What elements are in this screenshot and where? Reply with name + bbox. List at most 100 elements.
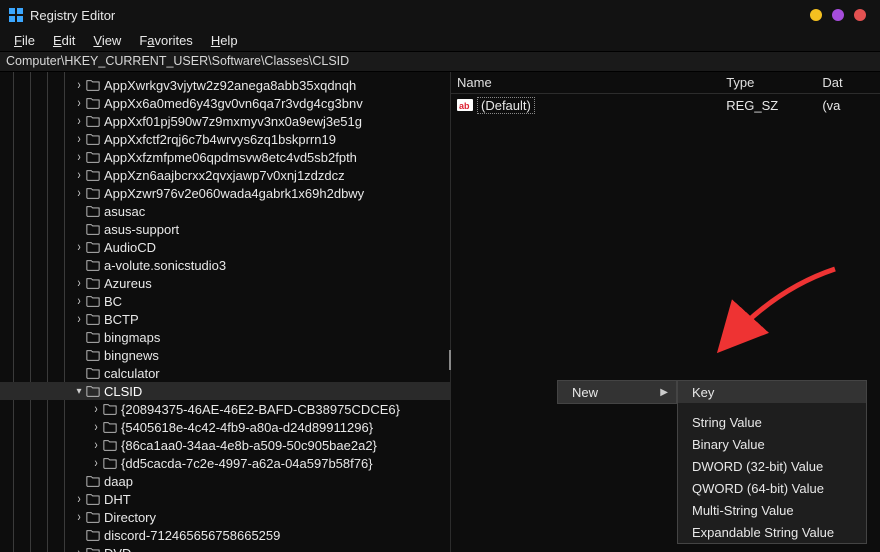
tree-item[interactable]: › Azureus [0,274,450,292]
chevron-right-icon[interactable]: › [89,453,103,473]
menu-favorites[interactable]: Favorites [131,31,200,50]
tree-item[interactable]: › AppXzwr976v2e060wada4gabrk1x69h2dbwy [0,184,450,202]
tree-item[interactable]: › AppXwrkgv3vjytw2z92anega8abb35xqdnqh [0,76,450,94]
context-submenu-item[interactable]: Multi-String Value [678,499,866,521]
value-type: REG_SZ [726,98,822,113]
chevron-right-icon[interactable]: › [72,309,86,329]
tree-item[interactable]: ›AppXxf01pj590w7z9mxmyv3nx0a9ewj3e51g [0,112,450,130]
chevron-right-icon[interactable]: › [72,237,86,257]
chevron-right-icon[interactable]: › [72,273,86,293]
folder-icon [103,438,117,452]
folder-icon [86,546,100,552]
tree-item-label: CLSID [104,384,142,399]
col-name[interactable]: Name [457,75,726,90]
folder-icon [86,258,100,272]
title-bar: Registry Editor [0,0,880,30]
minimize-dot[interactable] [810,9,822,21]
tree-item[interactable]: ›{dd5cacda-7c2e-4997-a62a-04a597b58f76} [0,454,450,472]
context-submenu-item[interactable]: Binary Value [678,433,866,455]
chevron-right-icon[interactable]: › [72,543,86,552]
tree-item[interactable]: ›DHT [0,490,450,508]
tree-item-label: asus-support [104,222,179,237]
tree-item-label: {86ca1aa0-34aa-4e8b-a509-50c905bae2a2} [121,438,377,453]
tree-item[interactable]: ›{5405618e-4c42-4fb9-a80a-d24d89911296} [0,418,450,436]
tree-item[interactable]: ›BC [0,292,450,310]
tree-item[interactable]: asusac [0,202,450,220]
close-dot[interactable] [854,9,866,21]
chevron-right-icon[interactable]: › [89,417,103,437]
chevron-right-icon[interactable]: › [72,147,86,167]
chevron-right-icon[interactable]: › [72,183,86,203]
chevron-right-icon[interactable]: › [72,165,86,185]
splitter-handle-indicator[interactable] [449,350,451,370]
chevron-right-icon[interactable]: › [72,93,86,113]
maximize-dot[interactable] [832,9,844,21]
chevron-right-icon[interactable]: › [72,129,86,149]
chevron-right-icon[interactable]: › [72,75,86,95]
tree-item[interactable]: ›AudioCD [0,238,450,256]
tree-item[interactable]: ▾ CLSID [0,382,450,400]
folder-icon [86,312,100,326]
tree-item[interactable]: bingnews [0,346,450,364]
col-type[interactable]: Type [726,75,822,90]
tree-item[interactable]: a-volute.sonicstudio3 [0,256,450,274]
folder-icon [86,330,100,344]
chevron-down-icon[interactable]: ▾ [72,384,86,398]
content-area: ›AppXwrkgv3vjytw2z92anega8abb35xqdnqh›Ap… [0,72,880,552]
col-data[interactable]: Dat [822,75,880,90]
chevron-right-icon[interactable]: › [89,435,103,455]
folder-icon [103,420,117,434]
address-bar[interactable]: Computer\HKEY_CURRENT_USER\Software\Clas… [0,52,880,72]
chevron-right-icon[interactable]: › [89,399,103,419]
value-row[interactable]: ab (Default) REG_SZ (va [451,94,880,116]
tree-item[interactable]: discord-712465656758665259 [0,526,450,544]
context-submenu-item[interactable]: Expandable String Value [678,521,866,543]
context-submenu-item[interactable]: QWORD (64-bit) Value [678,477,866,499]
tree-item[interactable]: ›AppXxfzmfpme06qpdmsvw8etc4vd5sb2fpth [0,148,450,166]
tree-item[interactable]: ›AppXzn6aajbcrxx2qvxjawp7v0xnj1zdzdcz [0,166,450,184]
folder-icon [86,510,100,524]
tree-item[interactable]: calculator [0,364,450,382]
tree-item[interactable]: daap [0,472,450,490]
menu-edit[interactable]: Edit [45,31,83,50]
context-submenu: Key String ValueBinary ValueDWORD (32-bit… [677,380,867,544]
chevron-right-icon[interactable]: › [72,507,86,527]
tree-item-label: Directory [104,510,156,525]
menu-view[interactable]: View [85,31,129,50]
context-submenu-item[interactable]: Key [678,381,866,403]
tree-item[interactable]: ›DVD [0,544,450,552]
folder-icon [86,150,100,164]
chevron-right-icon[interactable]: › [72,291,86,311]
menu-bar: File Edit View Favorites Help [0,30,880,52]
tree-item[interactable]: asus-support [0,220,450,238]
chevron-right-icon[interactable]: › [72,489,86,509]
tree-item[interactable]: › BCTP [0,310,450,328]
window-title: Registry Editor [30,8,115,23]
tree-item-label: AppXwrkgv3vjytw2z92anega8abb35xqdnqh [104,78,356,93]
tree-item-label: daap [104,474,133,489]
tree-item[interactable]: › Directory [0,508,450,526]
value-data: (va [822,98,880,113]
menu-file[interactable]: File [6,31,43,50]
tree-item-label: BCTP [104,312,139,327]
tree-item-label: AppXxfctf2rqj6c7b4wrvys6zq1bskprrn19 [104,132,336,147]
tree-item-label: AppXzwr976v2e060wada4gabrk1x69h2dbwy [104,186,364,201]
folder-icon [86,204,100,218]
tree-item[interactable]: ›{20894375-46AE-46E2-BAFD-CB38975CDCE6} [0,400,450,418]
tree-item-label: calculator [104,366,160,381]
context-menu-new[interactable]: New ▶ [558,381,676,403]
folder-icon [86,366,100,380]
folder-icon [86,474,100,488]
svg-text:ab: ab [459,101,470,111]
tree-item[interactable]: ›AppXx6a0med6y43gv0vn6qa7r3vdg4cg3bnv [0,94,450,112]
tree-item[interactable]: › AppXxfctf2rqj6c7b4wrvys6zq1bskprrn19 [0,130,450,148]
chevron-right-icon[interactable]: › [72,111,86,131]
context-submenu-item[interactable]: DWORD (32-bit) Value [678,455,866,477]
menu-help[interactable]: Help [203,31,246,50]
context-submenu-item[interactable]: String Value [678,411,866,433]
tree-twisty-none [72,204,86,218]
value-name: (Default) [477,97,535,114]
tree-item[interactable]: › {86ca1aa0-34aa-4e8b-a509-50c905bae2a2} [0,436,450,454]
tree-item-label: Azureus [104,276,152,291]
tree-item[interactable]: bingmaps [0,328,450,346]
